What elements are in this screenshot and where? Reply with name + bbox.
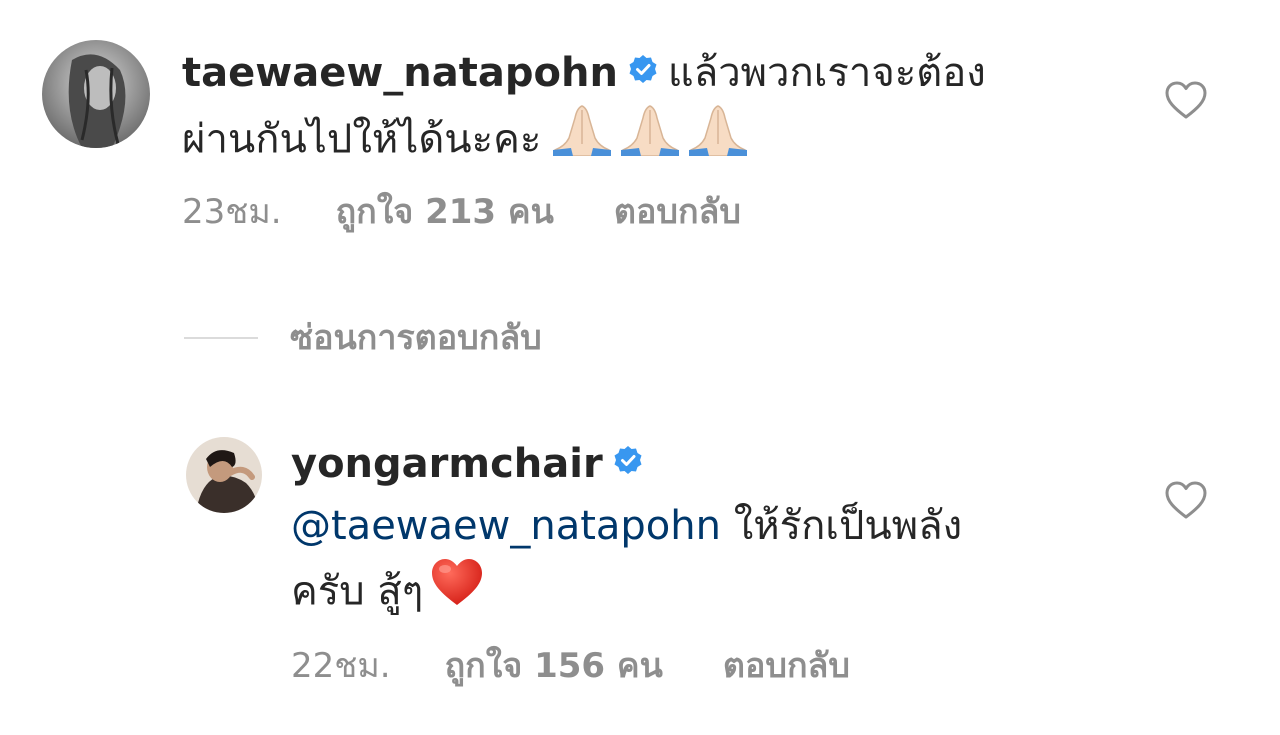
comment-text: แล้วพวกเราจะต้อง — [667, 50, 986, 96]
comment-text: ให้รักเป็นพลัง — [733, 503, 963, 549]
likes-count[interactable]: ถูกใจ 156 คน — [445, 646, 663, 686]
comment-line-2: ผ่านกันไปให้ได้นะคะ — [182, 105, 755, 175]
username[interactable]: yongarmchair — [291, 441, 603, 487]
comment-meta: 23ชม. ถูกใจ 213 คน ตอบกลับ — [182, 190, 741, 234]
reply-line-1: yongarmchair — [291, 436, 653, 494]
mention-link[interactable]: @taewaew_natapohn — [291, 503, 721, 549]
divider-line — [184, 336, 258, 339]
likes-count[interactable]: ถูกใจ 213 คน — [336, 192, 554, 232]
red-heart-icon — [432, 559, 483, 605]
reply-line-2: @taewaew_natapohn ให้รักเป็นพลัง — [291, 498, 962, 554]
folded-hands-icon — [553, 105, 612, 156]
verified-badge-icon — [628, 43, 658, 99]
timestamp: 23ชม. — [182, 192, 282, 232]
reply-line-3: ครับ สู้ๆ — [291, 559, 491, 627]
comment-text: ครับ สู้ๆ — [291, 568, 424, 615]
reply-button[interactable]: ตอบกลับ — [723, 646, 850, 686]
folded-hands-icon — [621, 105, 680, 156]
reply-button[interactable]: ตอบกลับ — [614, 192, 741, 232]
verified-badge-icon — [613, 434, 643, 490]
timestamp: 22ชม. — [291, 646, 391, 686]
comment-text: ผ่านกันไปให้ได้นะคะ — [182, 116, 542, 163]
avatar[interactable] — [186, 437, 262, 513]
avatar[interactable] — [42, 40, 150, 148]
username[interactable]: taewaew_natapohn — [182, 50, 618, 96]
hide-replies-button[interactable]: ซ่อนการตอบกลับ — [184, 316, 542, 360]
like-heart-icon[interactable] — [1164, 80, 1208, 120]
comment-meta: 22ชม. ถูกใจ 156 คน ตอบกลับ — [291, 644, 850, 688]
comment-line-1: taewaew_natapohn แล้วพวกเราจะต้อง — [182, 45, 986, 103]
folded-hands-icon — [689, 105, 748, 156]
like-heart-icon[interactable] — [1164, 480, 1208, 520]
hide-replies-label: ซ่อนการตอบกลับ — [290, 318, 542, 358]
